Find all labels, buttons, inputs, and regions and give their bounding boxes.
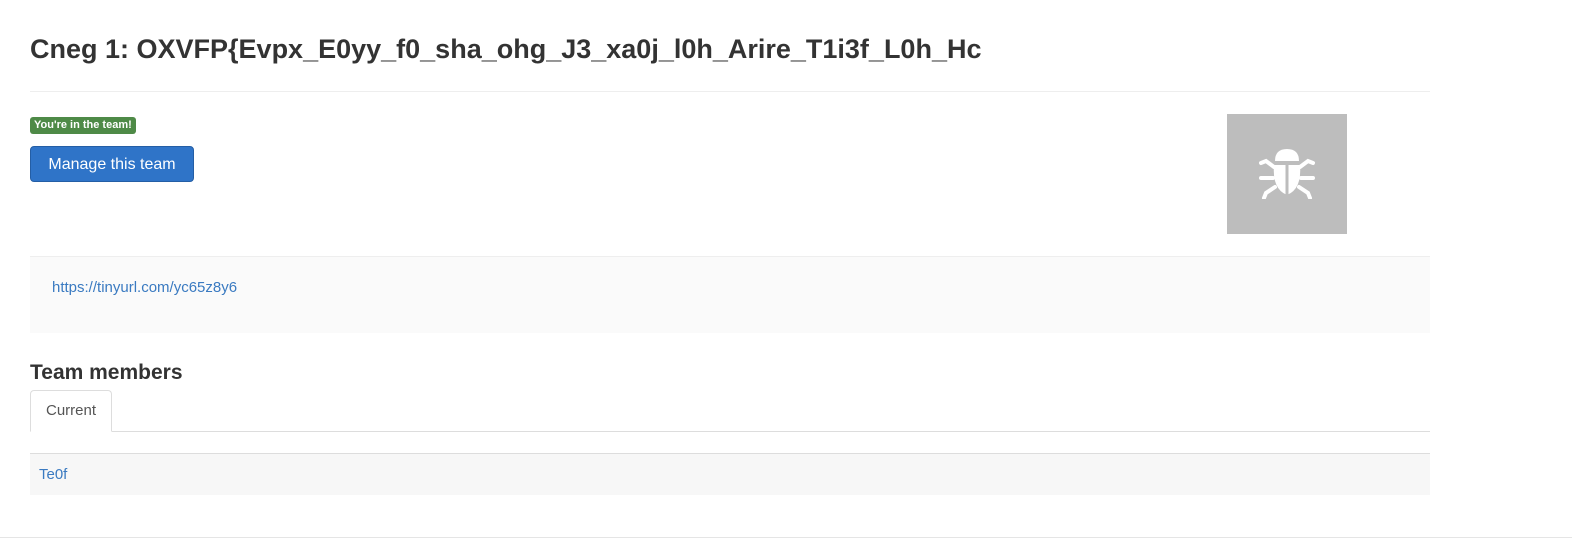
team-link-panel: https://tinyurl.com/yc65z8y6 <box>30 256 1430 333</box>
members-table: Te0f <box>30 453 1430 495</box>
bug-icon <box>1258 145 1316 204</box>
member-link[interactable]: Te0f <box>39 466 67 483</box>
table-row: Te0f <box>30 454 1430 495</box>
manage-team-button[interactable]: Manage this team <box>30 146 194 182</box>
page-title: Cneg 1: OXVFP{Evpx_E0yy_f0_sha_ohg_J3_xa… <box>30 34 982 64</box>
team-page: Cneg 1: OXVFP{Evpx_E0yy_f0_sha_ohg_J3_xa… <box>0 0 1572 541</box>
team-status-badge: You're in the team! <box>30 117 136 134</box>
team-link[interactable]: https://tinyurl.com/yc65z8y6 <box>52 279 237 296</box>
tab-current[interactable]: Current <box>30 390 112 432</box>
members-tabs: Current <box>30 389 1430 432</box>
title-divider <box>30 91 1430 92</box>
footer-divider <box>0 537 1572 538</box>
team-members-heading: Team members <box>30 361 183 384</box>
team-avatar <box>1227 114 1347 234</box>
